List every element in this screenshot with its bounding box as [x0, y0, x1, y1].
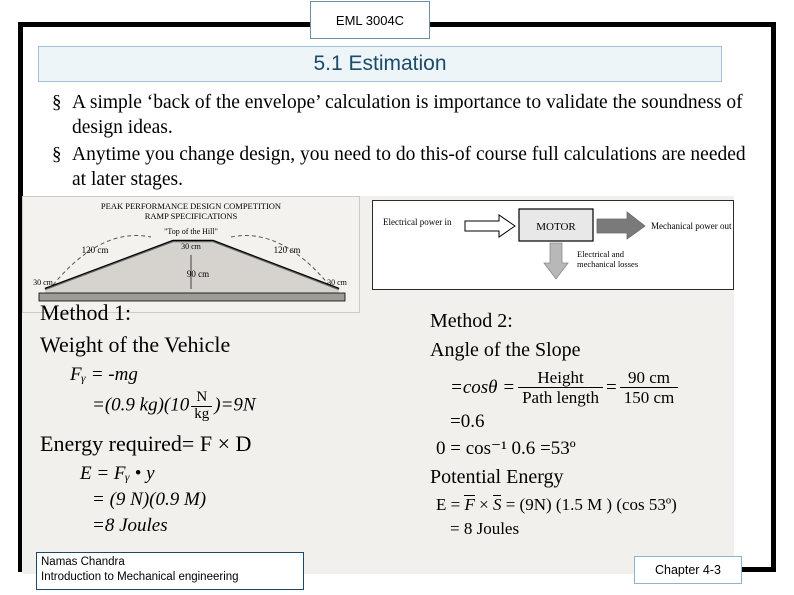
- method-2-eq4-displacement-vector: S: [492, 495, 502, 515]
- method-2-eq1-num-1: Height: [518, 368, 604, 389]
- motor-power-flow-figure: Electrical power in MOTOR Mechanical pow…: [372, 200, 734, 290]
- footer-chapter-box: Chapter 4-3: [634, 556, 742, 584]
- method-1-block: Method 1: Weight of the Vehicle Fᵧ = -mg…: [40, 300, 420, 541]
- slide-title-band: 5.1 Estimation: [38, 46, 722, 82]
- method-2-eq1-den-2: 150 cm: [623, 388, 675, 408]
- method-2-equation-2: =0.6: [450, 411, 485, 433]
- ramp-top-width-label: 30 cm: [181, 242, 202, 251]
- method-2-heading: Method 2:: [430, 310, 513, 332]
- method-2-equation-3: 0 = cos⁻¹ 0.6 =53º: [436, 438, 576, 460]
- footer-author-box: Namas Chandra Introduction to Mechanical…: [36, 552, 304, 590]
- ramp-title-line2: RAMP SPECIFICATIONS: [145, 211, 238, 221]
- ramp-title-line1: PEAK PERFORMANCE DESIGN COMPETITION: [101, 201, 281, 211]
- method-2-eq1-fraction-2: 90 cm 150 cm: [619, 368, 679, 408]
- ramp-right-slope-label: 120 cm: [274, 245, 301, 255]
- page-title: 5.1 Estimation: [313, 52, 447, 75]
- method-2-eq1-fraction-1: Height Path length: [518, 368, 604, 408]
- method-1-equation-6: =8 Joules: [92, 514, 168, 536]
- method-2-eq4-force-vector: F: [464, 495, 475, 515]
- bullet-text: A simple ‘back of the envelope’ calculat…: [72, 92, 743, 138]
- method-1-equation-5: = (9 N)(0.9 M): [92, 488, 207, 510]
- method-2-eq4-suffix: = (9N) (1.5 M ) (cos 53º): [505, 495, 677, 515]
- method-2-equation-4: E = F × S = (9N) (1.5 M ) (cos 53º): [436, 495, 750, 515]
- motor-loss-label-line1: Electrical and: [577, 249, 625, 259]
- method-1-heading: Method 1:: [40, 300, 132, 325]
- method-2-eq1-equals: =: [606, 376, 617, 398]
- motor-loss-label-line2: mechanical losses: [577, 259, 638, 269]
- slide: EML 3004C 5.1 Estimation § A simple ‘bac…: [0, 0, 794, 595]
- bullet-list: § A simple ‘back of the envelope’ calcul…: [52, 90, 752, 194]
- method-1-eq2-fraction: Nkg: [191, 389, 213, 423]
- method-1-eq2-suffix: )=9N: [214, 394, 256, 416]
- ramp-top-label: "Top of the Hill": [164, 227, 218, 236]
- bullet-marker-icon: §: [52, 144, 62, 165]
- method-2-eq1-prefix: =cosθ =: [450, 376, 516, 398]
- footer-author: Namas Chandra: [41, 556, 125, 568]
- method-1-eq2-num: N: [191, 389, 213, 407]
- ramp-right-base-label: 30 cm: [327, 278, 348, 287]
- ramp-left-base-label: 30 cm: [33, 278, 54, 287]
- method-2-subheading-2: Potential Energy: [430, 466, 564, 489]
- ramp-specification-figure: PEAK PERFORMANCE DESIGN COMPETITION RAMP…: [22, 196, 360, 313]
- method-2-block: Method 2: Angle of the Slope =cosθ = Hei…: [430, 310, 750, 543]
- method-1-equation-1: Fᵧ = -mg: [70, 364, 138, 385]
- method-2-eq4-times: ×: [479, 495, 489, 515]
- method-1-equation-4: E = Fᵧ • y: [80, 462, 155, 484]
- course-code-tab: EML 3004C: [310, 1, 430, 39]
- list-item: § Anytime you change design, you need to…: [52, 142, 752, 192]
- method-2-equation-5: = 8 Joules: [450, 519, 520, 539]
- method-1-eq2-prefix: =(0.9 kg)(10: [92, 394, 190, 416]
- method-1-eq2-den: kg: [194, 405, 210, 422]
- footer-chapter: Chapter 4-3: [654, 563, 721, 577]
- method-1-equation-3: Energy required= F × D: [40, 430, 252, 456]
- bullet-marker-icon: §: [52, 92, 62, 113]
- motor-input-label: Electrical power in: [383, 217, 452, 227]
- method-2-equation-1: =cosθ = Height Path length = 90 cm 150 cm: [450, 368, 750, 407]
- list-item: § A simple ‘back of the envelope’ calcul…: [52, 90, 752, 140]
- ramp-height-label: 90 cm: [187, 269, 209, 279]
- method-1-equation-2: =(0.9 kg)(10 Nkg)=9N: [92, 389, 420, 423]
- method-2-subheading: Angle of the Slope: [430, 339, 581, 361]
- method-1-subheading: Weight of the Vehicle: [40, 332, 231, 357]
- footer-course: Introduction to Mechanical engineering: [41, 571, 239, 583]
- bullet-text: Anytime you change design, you need to d…: [72, 144, 746, 190]
- motor-box-label: MOTOR: [536, 221, 576, 233]
- motor-output-label: Mechanical power out: [651, 221, 732, 231]
- method-2-eq1-den-1: Path length: [522, 388, 600, 408]
- method-2-eq4-prefix: E =: [436, 495, 461, 515]
- ramp-left-slope-label: 120 cm: [82, 245, 109, 255]
- method-2-eq1-num-2: 90 cm: [619, 368, 679, 389]
- course-code-label: EML 3004C: [335, 12, 405, 28]
